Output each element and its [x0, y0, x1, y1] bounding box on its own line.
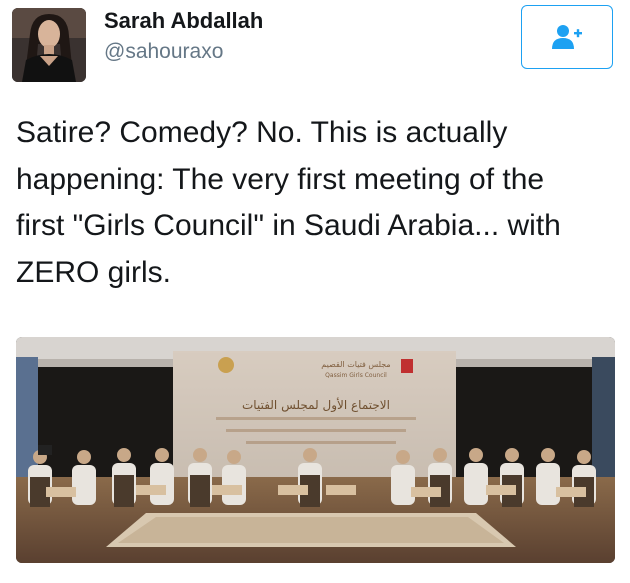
banner-title: الاجتماع الأول لمجلس الفتيات: [242, 397, 390, 413]
meeting-photo: مجلس فتيات القصيم Qassim Girls Council ا…: [16, 337, 615, 563]
author-name[interactable]: Sarah Abdallah: [104, 8, 263, 34]
avatar[interactable]: [12, 8, 86, 82]
tweet-photo[interactable]: مجلس فتيات القصيم Qassim Girls Council ا…: [16, 337, 615, 563]
avatar-image: [12, 8, 86, 82]
author-handle[interactable]: @sahouraxo: [104, 40, 223, 64]
follow-button[interactable]: [521, 5, 613, 69]
tweet-text-line: ZERO girls.: [16, 255, 172, 289]
tweet-text: Satire? Comedy? No. This is actually hap…: [16, 110, 616, 296]
tweet-text-line: first "Girls Council" in Saudi Arabia...…: [16, 209, 561, 242]
tweet-text-line: Satire? Comedy? No. This is actually: [16, 116, 508, 149]
tweet-text-line: happening: The very first meeting of the: [16, 162, 545, 196]
banner-logo-arabic: مجلس فتيات القصيم: [321, 360, 390, 369]
add-user-icon: [552, 25, 582, 49]
banner-logo-english: Qassim Girls Council: [325, 372, 387, 379]
